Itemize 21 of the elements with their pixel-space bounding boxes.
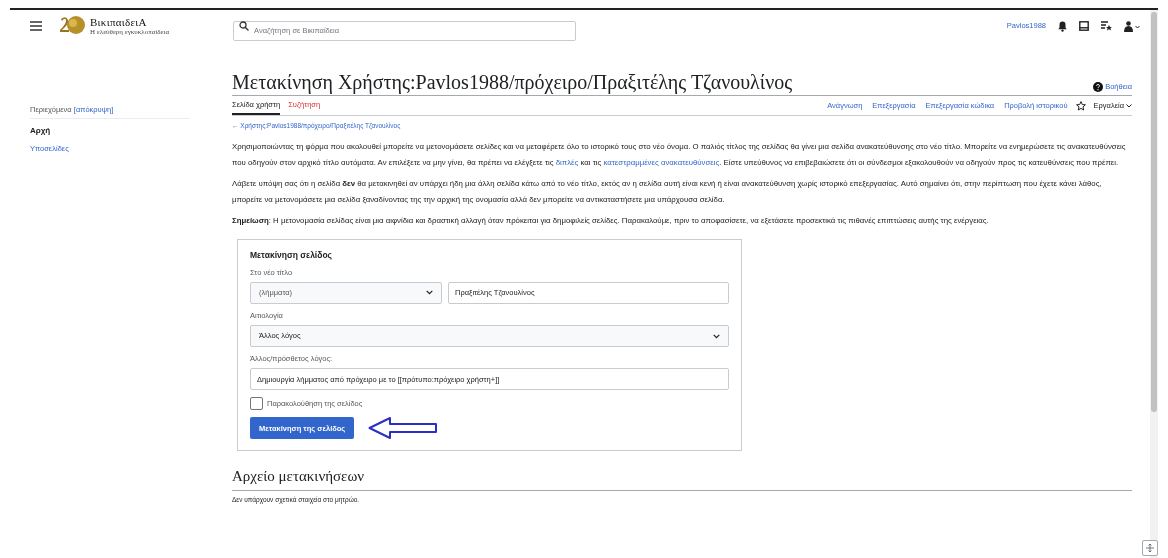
site-name[interactable]: ΒικιπαιδειΑ [90,16,170,28]
tray-icon[interactable] [1079,21,1089,31]
page-title: Μετακίνηση Χρήστης:Pavlos1988/πρόχειρο/Πραξιτέλης Τζανουλίνος [232,72,794,92]
bell-icon[interactable] [1058,20,1067,32]
watchlist-icon[interactable] [1101,21,1112,31]
menu-icon[interactable] [30,21,42,31]
help-icon[interactable] [1093,82,1104,92]
checkbox[interactable] [250,397,263,411]
user-menu-icon[interactable] [1124,20,1140,32]
section-heading: Αρχείο μετακινήσεων [232,465,1132,491]
scrollbar[interactable] [1150,10,1158,558]
floating-button[interactable] [1142,540,1158,556]
search-icon [239,21,250,31]
form-heading: Μετακίνηση σελίδος [250,248,333,262]
caret-icon [426,290,433,296]
caret-icon [1126,103,1132,108]
expand-icon [1146,544,1154,552]
caret-icon [713,333,720,339]
star-icon[interactable] [1075,100,1086,111]
sidebar-item[interactable]: Αρχή [30,125,210,138]
arrow-annotation [368,416,439,441]
